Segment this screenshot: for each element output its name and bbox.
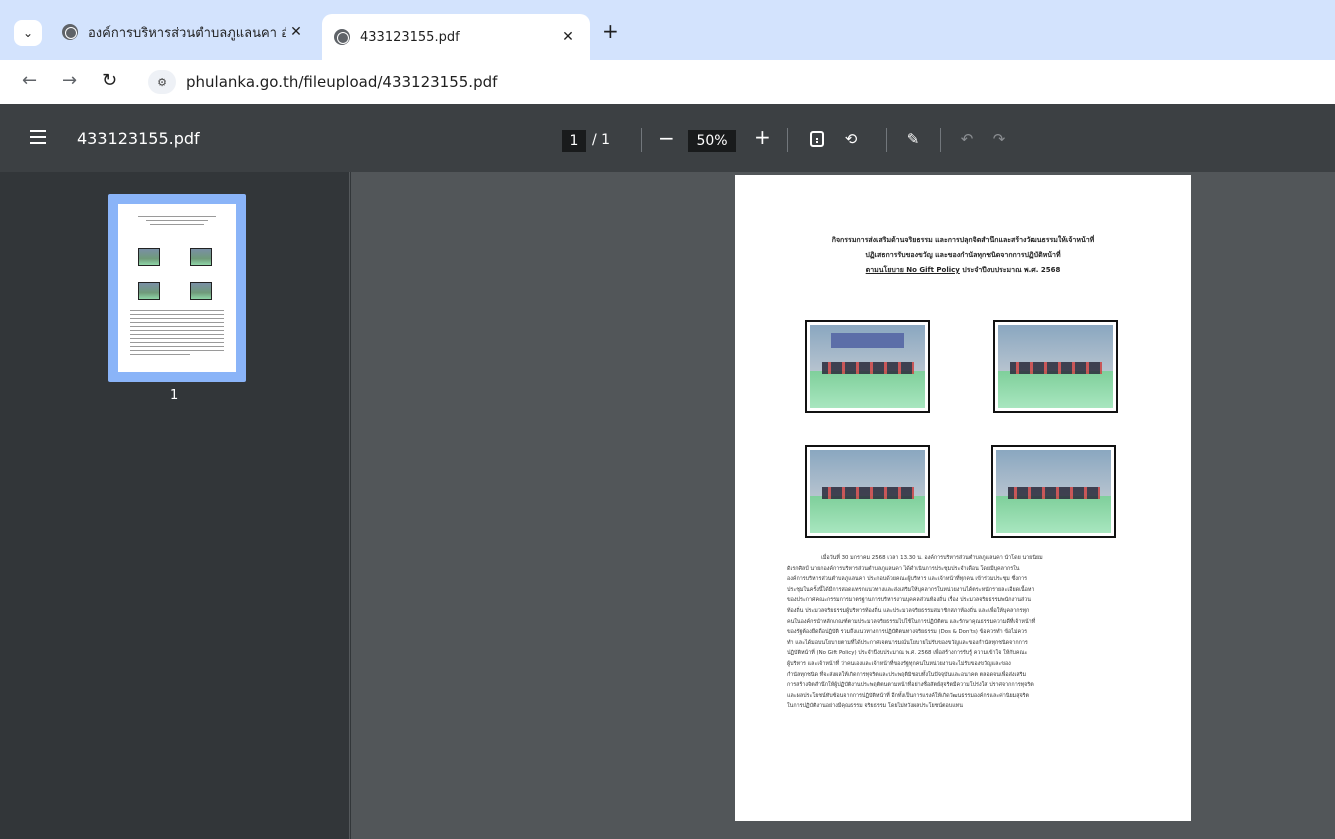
zoom-in-button[interactable]: +	[754, 125, 771, 149]
pdf-viewer[interactable]: กิจกรรมการส่งเสริมด้านจริยธรรม และการปลุ…	[351, 172, 1335, 839]
body-line: ทำ และได้มอบนโยบายตามที่ได้ประกาศเจตนารม…	[787, 639, 1028, 646]
tab-strip: ⌄ องค์การบริหารส่วนตำบลภูแลนคา อำเ ✕ 433…	[0, 0, 1335, 60]
reload-button[interactable]: ↻	[102, 70, 117, 91]
address-bar[interactable]: ⚙ phulanka.go.th/fileupload/433123155.pd…	[142, 66, 1327, 98]
thumb-photo	[138, 248, 160, 266]
tab-title: องค์การบริหารส่วนตำบลภูแลนคา อำเ	[88, 25, 286, 41]
thumb-text-line	[130, 330, 224, 331]
arrow-left-icon: ←	[22, 70, 38, 91]
thumb-text-line	[130, 334, 224, 335]
thumb-text-line	[130, 342, 224, 343]
body-line: ของรัฐต้องยึดถือปฏิบัติ รวมถึงแนวทางการป…	[787, 629, 1028, 636]
body-line: คนในองค์กรนำหลักเกณฑ์ตามประมวลจริยธรรมไป…	[787, 618, 1036, 625]
document-heading-line3: ตามนโยบาย No Gift Policy ประจำปีงบประมาณ…	[755, 265, 1171, 276]
thumb-photo	[190, 282, 212, 300]
thumb-photo	[138, 282, 160, 300]
meeting-photo	[805, 320, 930, 413]
body-line: ของประกาศคณะกรรมการมาตรฐานการบริหารงานบุ…	[787, 597, 1031, 604]
rotate-icon[interactable]: ⟲	[842, 130, 860, 148]
heading-underlined-text: ตามนโยบาย No Gift Policy	[865, 266, 960, 274]
thumb-text-line	[130, 338, 224, 339]
url-text: phulanka.go.th/fileupload/433123155.pdf	[186, 73, 498, 91]
thumb-text-line	[138, 216, 216, 217]
tab-pdf[interactable]: 433123155.pdf ✕	[322, 14, 590, 60]
body-line: ในการปฏิบัติงานอย่างมีคุณธรรม จริยธรรม โ…	[787, 703, 963, 710]
body-line: องค์การบริหารส่วนตำบลภูแลนคา ประกอบด้วยค…	[787, 576, 1028, 583]
divider	[787, 128, 788, 152]
chevron-down-icon: ⌄	[22, 26, 34, 40]
zoom-level-input[interactable]: 50%	[688, 130, 736, 152]
globe-icon	[62, 24, 78, 40]
body-line: ประชุมในครั้งนี้ได้มีการสอดแทรกแนวทางและ…	[787, 586, 1035, 593]
body-line: และผลประโยชน์ทับซ้อนจากการปฏิบัติหน้าที่…	[787, 692, 1030, 699]
new-tab-button[interactable]: +	[602, 19, 619, 43]
divider	[886, 128, 887, 152]
reload-icon: ↻	[102, 70, 118, 91]
pdf-toolbar: 433123155.pdf 1 / 1 − 50% + ⟲ ✎ ↶ ↷	[0, 104, 1335, 172]
thumb-text-line	[130, 326, 224, 327]
document-body: เมื่อวันที่ 30 มกราคม 2568 เวลา 13.30 น.…	[787, 553, 1139, 712]
pdf-file-name: 433123155.pdf	[77, 129, 200, 148]
thumb-text-line	[130, 314, 224, 315]
thumbnail-page-number: 1	[170, 388, 179, 403]
plus-icon: +	[602, 19, 619, 43]
thumb-text-line	[130, 310, 224, 311]
tab-website[interactable]: องค์การบริหารส่วนตำบลภูแลนคา อำเ ✕	[50, 14, 318, 50]
back-button[interactable]: ←	[22, 70, 37, 91]
thumb-text-line	[146, 220, 208, 221]
annotate-pen-icon[interactable]: ✎	[904, 130, 922, 148]
tab-search-button[interactable]: ⌄	[14, 20, 42, 46]
document-heading-line2: ปฏิเสธการรับของขวัญ และของกำนัลทุกชนิดจา…	[865, 251, 1061, 259]
close-icon[interactable]: ✕	[558, 29, 578, 45]
body-line: ดิเรกศิลป์ นายกองค์การบริหารส่วนตำบลภูแล…	[787, 565, 1020, 572]
body-line: เมื่อวันที่ 30 มกราคม 2568 เวลา 13.30 น.…	[821, 555, 1043, 561]
thumb-text-line	[130, 350, 224, 351]
meeting-photo	[993, 320, 1118, 413]
forward-button[interactable]: →	[62, 70, 77, 91]
thumb-text-line	[150, 224, 204, 225]
thumbnail-page	[118, 204, 236, 372]
thumb-text-line	[130, 322, 224, 323]
zoom-out-button[interactable]: −	[658, 126, 675, 150]
meeting-photo	[991, 445, 1116, 538]
thumb-text-line	[130, 354, 190, 355]
body-line: ปฏิบัติหน้าที่ (No Gift Policy) ประจำปีง…	[787, 650, 1028, 657]
close-icon[interactable]: ✕	[286, 24, 306, 40]
divider	[641, 128, 642, 152]
body-line: กำนัลทุกชนิด ที่จะส่งผลให้เกิดการทุจริตแ…	[787, 671, 1027, 678]
globe-icon	[334, 29, 350, 45]
body-line: ท้องถิ่น ประมวลจริยธรรมผู้บริหารท้องถิ่น…	[787, 607, 1030, 614]
meeting-photo	[805, 445, 930, 538]
arrow-right-icon: →	[62, 70, 78, 91]
undo-icon[interactable]: ↶	[958, 130, 976, 148]
thumbnail-sidebar: 1	[0, 172, 350, 839]
thumb-text-line	[130, 346, 224, 347]
body-line: การสร้างจิตสำนึกให้ผู้ปฏิบัติงานประพฤติต…	[787, 682, 1034, 689]
menu-icon[interactable]	[30, 130, 46, 144]
page-number-input[interactable]: 1	[562, 130, 586, 152]
tab-title: 433123155.pdf	[360, 29, 460, 45]
browser-toolbar: ← → ↻ ⚙ phulanka.go.th/fileupload/433123…	[0, 60, 1335, 104]
document-heading-line1: กิจกรรมการส่งเสริมด้านจริยธรรม และการปลุ…	[831, 236, 1095, 244]
divider	[940, 128, 941, 152]
fit-page-icon[interactable]	[810, 131, 824, 147]
thumb-photo	[190, 248, 212, 266]
page-total: / 1	[592, 132, 611, 148]
thumb-text-line	[130, 318, 224, 319]
pdf-page: กิจกรรมการส่งเสริมด้านจริยธรรม และการปลุ…	[735, 175, 1191, 821]
redo-icon[interactable]: ↷	[990, 130, 1008, 148]
site-info-icon[interactable]: ⚙	[148, 70, 176, 94]
body-line: ผู้บริหาร และเจ้าหน้าที่ ว่าคนเองและเจ้า…	[787, 660, 1011, 667]
page-thumbnail[interactable]	[108, 194, 246, 382]
heading-rest-text: ประจำปีงบประมาณ พ.ศ. 2568	[959, 266, 1061, 274]
